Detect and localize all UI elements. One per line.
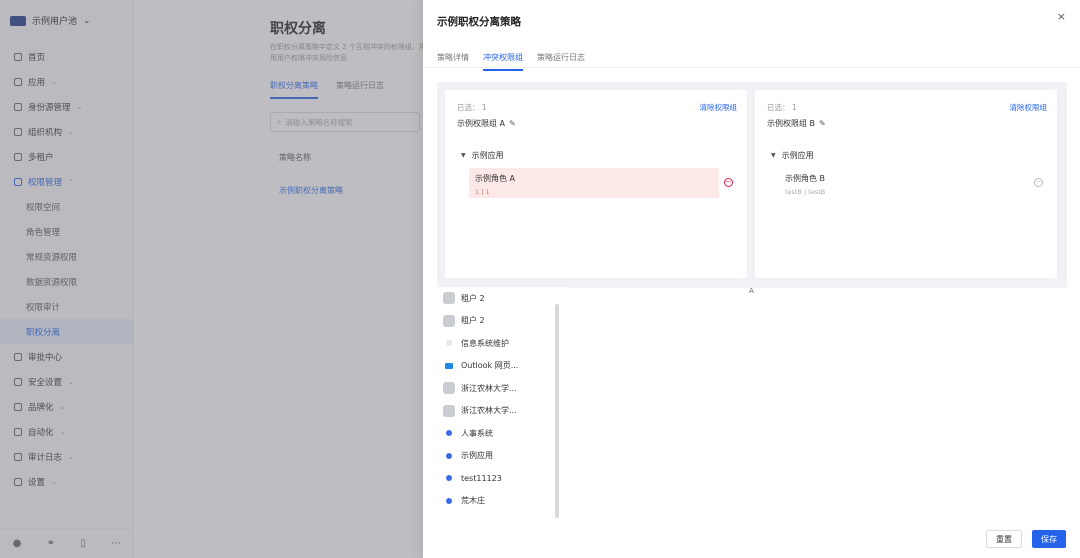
caret-down-icon: ▼	[771, 152, 776, 159]
list-item-label: 租户 2	[461, 293, 485, 303]
role-item: 示例角色 B testB | testB −	[779, 168, 1043, 198]
group-title: 示例权限组 B ✎	[767, 118, 826, 129]
app-root: 示例用户池 ⌄ 首页 应用 ⌄ 身份源管理 ⌄ 组织机构 ⌄ 多租户 权限管理 ⌃ 权限…	[0, 0, 1080, 558]
app-icon	[443, 472, 455, 485]
list-item[interactable]: test11123	[437, 467, 565, 490]
role-code: 1 | 1	[475, 188, 490, 196]
list-item[interactable]: 信息系统维护	[437, 332, 565, 355]
role-code: testB | testB	[785, 188, 826, 196]
list-item-label: 荒木庄	[461, 496, 485, 506]
list-item[interactable]: 示例应用	[437, 445, 565, 468]
close-icon[interactable]: ×	[1057, 10, 1066, 23]
drawer-tabs: 策略详情 冲突权限组 策略运行日志	[437, 52, 585, 71]
app-icon	[443, 404, 455, 417]
app-name: 示例应用	[471, 151, 504, 160]
list-item-label: Outlook 网页...	[461, 361, 519, 371]
app-icon	[443, 494, 455, 507]
background-row	[569, 287, 1066, 301]
app-icon	[443, 449, 455, 462]
list-item-label: 信息系统维护	[461, 338, 509, 348]
save-button[interactable]: 保存	[1032, 530, 1066, 548]
app-icon	[443, 427, 455, 440]
clear-group-button[interactable]: 清除权限组	[1010, 102, 1048, 113]
list-item[interactable]: 租户 2	[437, 310, 565, 333]
role-item: 示例角色 A 1 | 1 −	[469, 168, 733, 198]
app-icon	[443, 382, 455, 395]
app-tree-node[interactable]: ▼ 示例应用	[771, 150, 814, 161]
selected-label: 已选：	[457, 103, 480, 112]
outlook-icon	[443, 359, 455, 372]
caret-down-icon: ▼	[461, 152, 466, 159]
list-item-label: 租户 2	[461, 316, 485, 326]
app-tree-node[interactable]: ▼ 示例应用	[461, 150, 504, 161]
selected-label: 已选：	[767, 103, 790, 112]
list-item[interactable]: 人事系统	[437, 422, 565, 445]
selected-count: 已选： 1	[767, 102, 797, 113]
permission-group-b: 已选： 1 清除权限组 示例权限组 B ✎ ▼ 示例应用 示例角色 B testB …	[755, 90, 1057, 278]
list-item-label: 人事系统	[461, 428, 493, 438]
remove-icon[interactable]: −	[724, 178, 733, 187]
role-name: 示例角色 B	[785, 174, 826, 183]
edit-icon[interactable]: ✎	[819, 119, 826, 128]
role-name: 示例角色 A	[475, 174, 516, 183]
clear-group-button[interactable]: 清除权限组	[700, 102, 738, 113]
tab-policy-details[interactable]: 策略详情	[437, 52, 469, 71]
app-icon	[443, 337, 455, 350]
app-dropdown-list: 租户 2 租户 2 信息系统维护 Outlook 网页... 浙江农林大学...…	[437, 287, 565, 519]
background-label: A	[749, 287, 754, 295]
permission-group-a: 已选： 1 清除权限组 示例权限组 A ✎ ▼ 示例应用 示例角色 A 1 | 1 …	[445, 90, 747, 278]
conflict-groups-panel: 已选： 1 清除权限组 示例权限组 A ✎ ▼ 示例应用 示例角色 A 1 | 1 …	[437, 82, 1067, 287]
modal-backdrop[interactable]	[0, 0, 423, 558]
list-item[interactable]: 租户 2	[437, 287, 565, 310]
app-icon	[443, 292, 455, 305]
policy-drawer: 示例职权分离策略 × 策略详情 冲突权限组 策略运行日志 已选： 1 清除权限组…	[423, 0, 1080, 558]
list-item[interactable]: Outlook 网页...	[437, 355, 565, 378]
remove-icon[interactable]: −	[1034, 178, 1043, 187]
selected-count: 已选： 1	[457, 102, 487, 113]
list-item-label: 浙江农林大学...	[461, 406, 517, 416]
group-name: 示例权限组 B	[767, 119, 816, 128]
divider	[423, 67, 1080, 68]
app-icon	[443, 314, 455, 327]
scrollbar[interactable]	[555, 304, 559, 518]
list-item[interactable]: 浙江农林大学...	[437, 400, 565, 423]
drawer-title: 示例职权分离策略	[437, 16, 521, 28]
drawer-footer: 重置 保存	[986, 530, 1066, 548]
tab-conflict-groups[interactable]: 冲突权限组	[483, 52, 523, 71]
list-item-label: 示例应用	[461, 451, 493, 461]
app-name: 示例应用	[781, 151, 814, 160]
list-item[interactable]: 荒木庄	[437, 490, 565, 513]
tab-run-log[interactable]: 策略运行日志	[537, 52, 585, 71]
edit-icon[interactable]: ✎	[509, 119, 516, 128]
group-name: 示例权限组 A	[457, 119, 506, 128]
list-item-label: test11123	[461, 473, 502, 483]
list-item[interactable]: 浙江农林大学...	[437, 377, 565, 400]
list-item-label: 浙江农林大学...	[461, 383, 517, 393]
group-title: 示例权限组 A ✎	[457, 118, 516, 129]
reset-button[interactable]: 重置	[986, 530, 1022, 548]
selected-number: 1	[481, 103, 487, 112]
selected-number: 1	[791, 103, 797, 112]
